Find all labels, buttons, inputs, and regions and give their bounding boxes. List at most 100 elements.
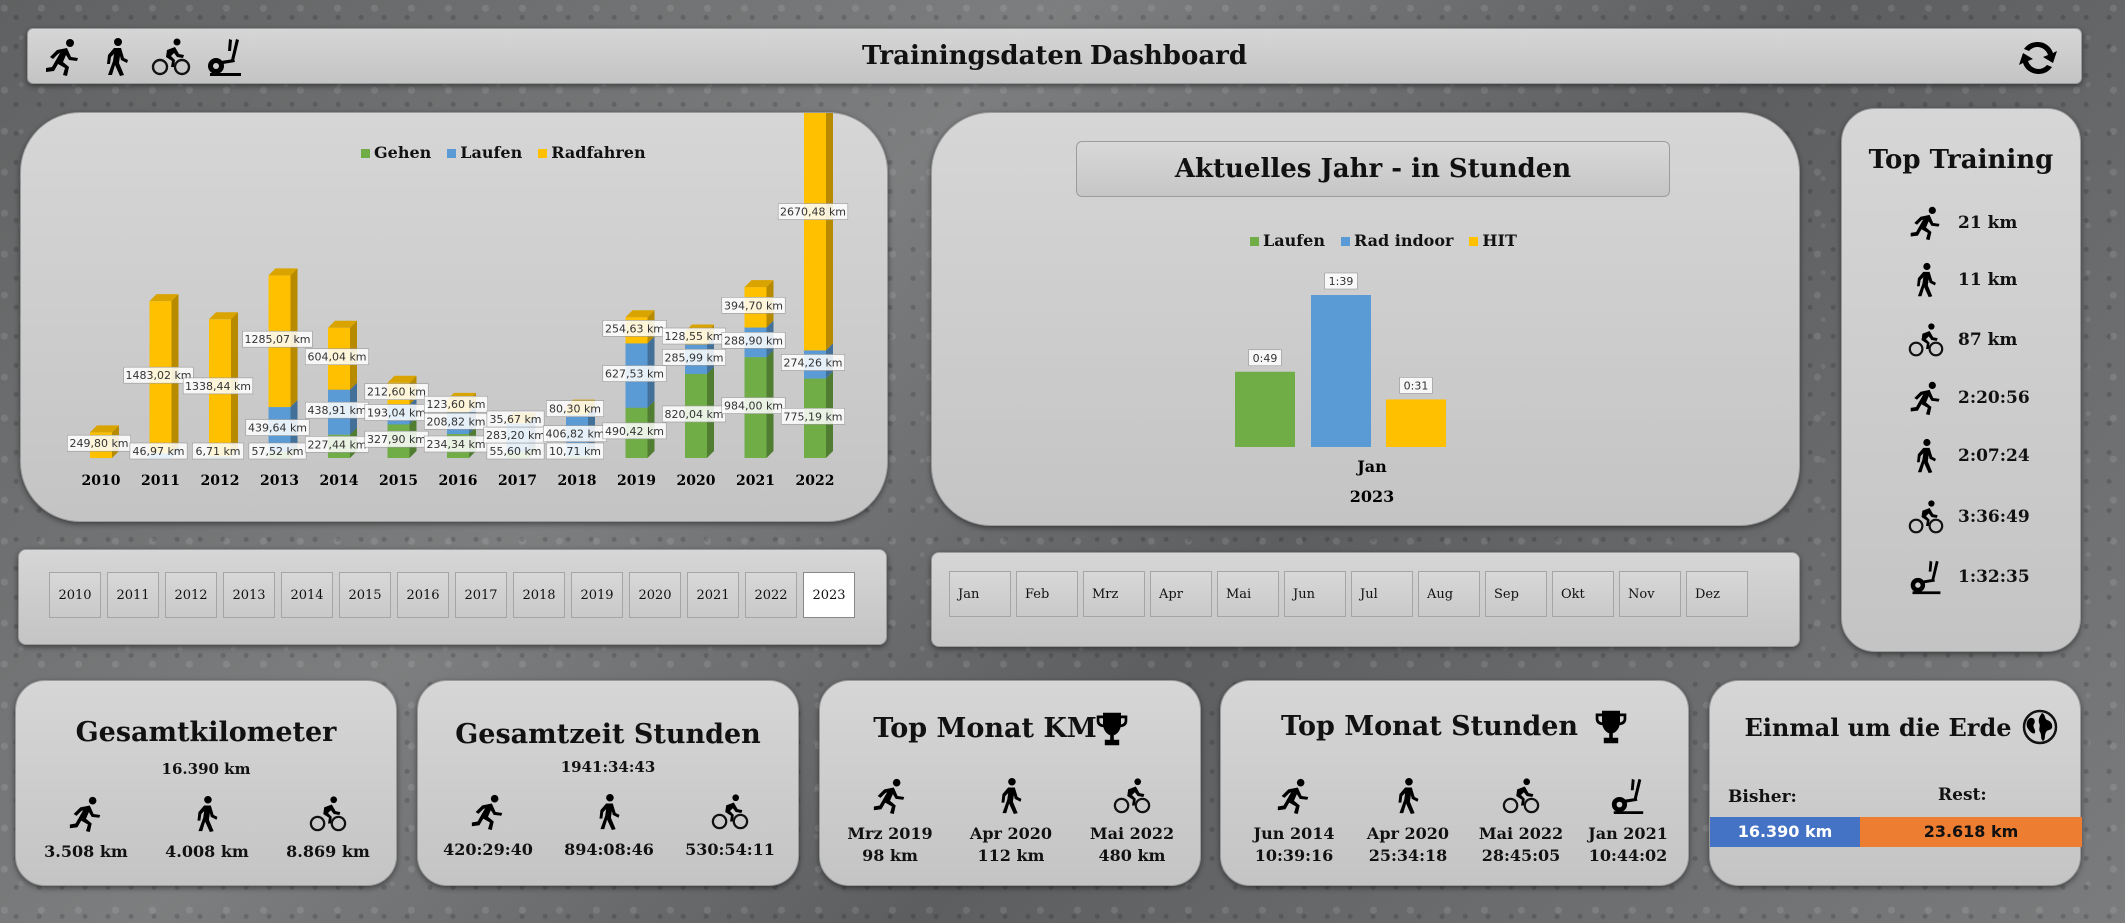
earth-progress-rest: 23.618 km [1860,817,2082,847]
walking-icon [951,777,1071,815]
walking-icon [1908,262,1944,298]
top-training-value: 3:36:49 [1958,507,2030,527]
month-button-jan[interactable]: Jan [949,571,1011,617]
cycling-icon [1908,499,1944,535]
stat-column: Mrz 2019 98 km [830,777,950,867]
month-button-jul[interactable]: Jul [1351,571,1413,617]
x-tick-label: 2011 [141,473,180,489]
total-distance-title: Gesamtkilometer [75,717,337,748]
month-button-aug[interactable]: Aug [1418,571,1480,617]
data-label: 285,99 km [661,348,727,366]
data-label-text: 283,20 km [486,429,545,442]
data-label-text: 1285,07 km [244,333,310,346]
earth-rest-label: Rest: [1938,785,1987,805]
month-button-feb[interactable]: Feb [1016,571,1078,617]
data-label-text: 820,04 km [664,408,723,421]
current-year-chart: 0:49 1:39 0:31 Jan 2023 [1235,272,1446,506]
data-label: 1338,44 km [182,377,254,395]
year-button-2023[interactable]: 2023 [803,572,855,618]
x-tick-label: 2014 [320,473,359,489]
total-time-panel: Gesamtzeit Stunden 1941:34:43 420:29:40 … [417,680,799,886]
bar-radfahren-2022-side [826,113,833,351]
month-button-apr[interactable]: Apr [1150,571,1212,617]
month-button-okt[interactable]: Okt [1552,571,1614,617]
data-label: 327,90 km [364,430,429,448]
year-button-2013[interactable]: 2013 [223,572,275,618]
data-label: 438,91 km [304,401,370,419]
bar-hit [1386,399,1446,447]
top-training-value: 87 km [1958,330,2018,350]
bar-laufen [1235,371,1295,447]
stat-value: 4.008 km [165,842,249,861]
year-button-2021[interactable]: 2021 [687,572,739,618]
stat-column: Apr 2020 25:34:18 [1353,777,1463,867]
data-label: 439,64 km [245,419,310,436]
data-label: 406,82 km [542,425,608,442]
year-button-2010[interactable]: 2010 [49,572,101,618]
data-label: 46,97 km [129,442,188,460]
stat-value: 10:44:02 [1588,846,1668,865]
data-label: 208,82 km [423,412,489,430]
data-label-text: 123,60 km [426,398,485,411]
month-button-mai[interactable]: Mai [1217,571,1279,617]
data-label-text: 604,04 km [307,351,366,364]
data-label-text: 0:31 [1404,379,1429,392]
around-the-earth-panel: Einmal um die Erde Bisher: Rest: 16.390 … [1709,680,2082,886]
year-button-2022[interactable]: 2022 [745,572,797,618]
data-label-text: 46,97 km [132,445,184,458]
stat-value: 10:39:16 [1254,846,1334,865]
data-label: 10,71 km [546,442,604,460]
walking-icon [147,795,267,833]
year-button-2018[interactable]: 2018 [513,572,565,618]
total-distance-value: 16.390 km [161,760,251,778]
cycling-icon [1072,777,1192,815]
year-button-2012[interactable]: 2012 [165,572,217,618]
x-tick-label: 2018 [558,473,597,489]
month-button-dez[interactable]: Dez [1686,571,1748,617]
top-training-panel: Top Training 21 km 11 km 87 km 2:20:56 2… [1841,108,2081,652]
data-label-text: 406,82 km [545,428,604,441]
running-icon [428,793,548,831]
data-label-text: 208,82 km [426,415,485,428]
year-button-2016[interactable]: 2016 [397,572,449,618]
data-label-text: 775,19 km [783,410,842,423]
data-label-text: 128,55 km [664,330,723,343]
total-time-value: 1941:34:43 [560,758,656,776]
month-buttons: Jan Feb Mrz Apr Mai Jun Jul Aug Sep Okt … [949,571,1748,617]
month-button-jun[interactable]: Jun [1284,571,1346,617]
month-button-sep[interactable]: Sep [1485,571,1547,617]
stat-value: 112 km [977,846,1045,865]
data-label: 193,04 km [364,404,429,421]
yearly-distance-chart-panel: Gehen Laufen Radfahren 249,80 km 2010 46,9… [20,112,888,522]
data-label-text: 1:39 [1329,275,1354,288]
year-button-2011[interactable]: 2011 [107,572,159,618]
data-label: 984,00 km [721,397,786,414]
data-label: 249,80 km [66,434,132,452]
year-button-2017[interactable]: 2017 [455,572,507,618]
data-label-text: 490,42 km [605,425,664,438]
year-button-2015[interactable]: 2015 [339,572,391,618]
stat-month: Jun 2014 [1253,824,1335,843]
month-button-nov[interactable]: Nov [1619,571,1681,617]
stat-column: 420:29:40 [428,793,548,861]
data-label-text: 80,30 km [549,403,601,416]
data-label: 283,20 km [483,426,548,444]
year-button-2019[interactable]: 2019 [571,572,623,618]
stat-month: Apr 2020 [1366,824,1450,843]
stat-column: 4.008 km [147,795,267,863]
year-button-2014[interactable]: 2014 [281,572,333,618]
page-title: Trainingsdaten Dashboard [861,41,1248,71]
data-label: 820,04 km [661,405,727,423]
refresh-icon[interactable] [2017,37,2059,79]
data-label: 6,71 km [192,442,244,460]
stat-month: Mai 2022 [1478,824,1564,843]
total-distance-panel: Gesamtkilometer 16.390 km 3.508 km 4.008… [15,680,397,886]
x-tick-label: 2016 [439,473,478,489]
year-button-2020[interactable]: 2020 [629,572,681,618]
stat-value: 894:08:46 [564,840,654,859]
stat-value: 480 km [1098,846,1166,865]
stat-month: Apr 2020 [969,824,1053,843]
stat-column: 8.869 km [268,795,388,863]
bar-radfahren-2022-front [804,113,826,351]
month-button-mrz[interactable]: Mrz [1083,571,1145,617]
